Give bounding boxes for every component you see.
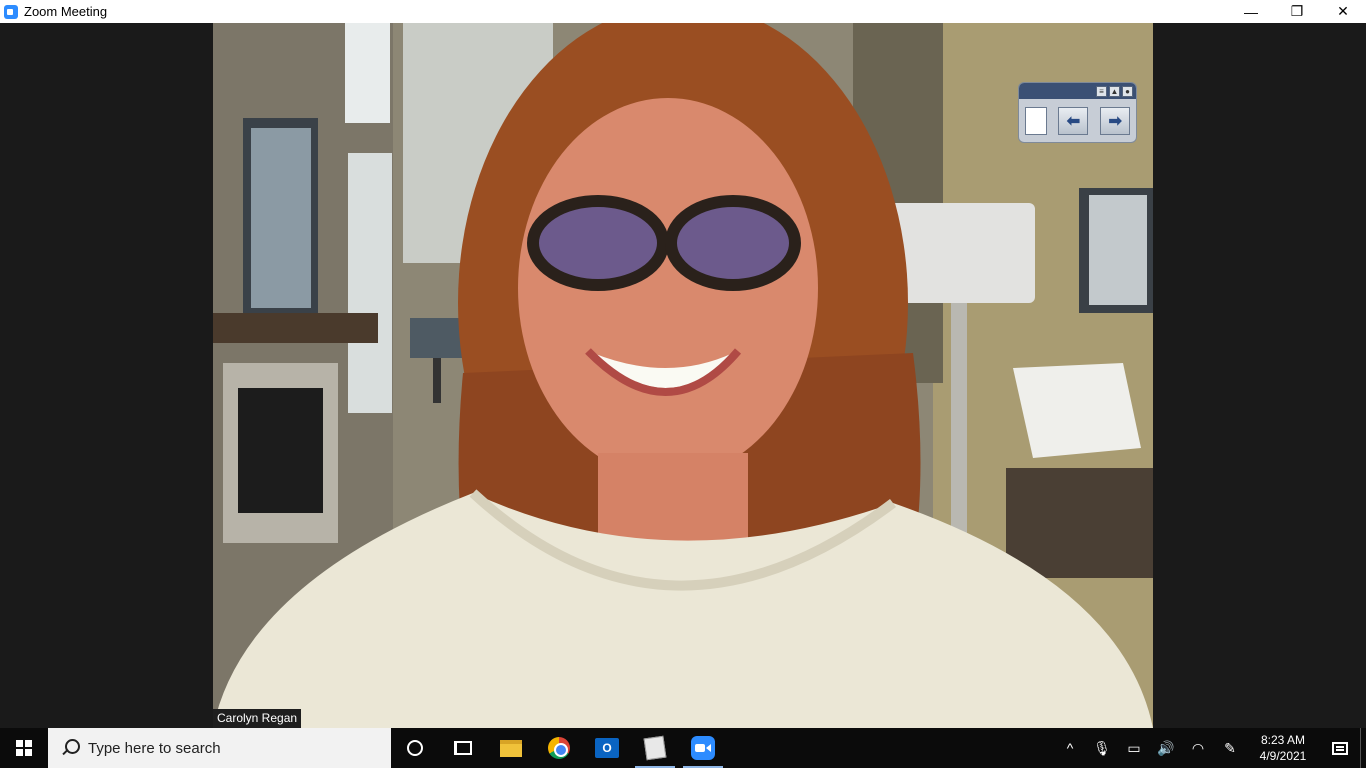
zoom-taskbar-button[interactable]	[679, 728, 727, 768]
cortana-button[interactable]	[391, 728, 439, 768]
participant-name-label: Carolyn Regan	[213, 709, 302, 728]
previous-slide-icon[interactable]: ⬅	[1058, 107, 1089, 135]
microphone-icon[interactable]: 🎙	[1086, 728, 1118, 768]
notification-icon	[1332, 741, 1348, 755]
wifi-icon[interactable]: ◠	[1182, 728, 1214, 768]
task-view-icon	[454, 741, 472, 755]
presentation-control-widget[interactable]: ≡ ▲ ● ⬅ ➡	[1018, 82, 1137, 143]
zoom-app-icon	[4, 4, 18, 19]
taskbar: O ^ 🎙 ▭ 🔊 ◠ ✎ 8:23 AM 4/9/2021	[0, 728, 1366, 768]
volume-icon[interactable]: 🔊	[1150, 728, 1182, 768]
task-view-button[interactable]	[439, 728, 487, 768]
widget-menu-icon[interactable]: ≡	[1096, 85, 1107, 97]
system-tray: ^ 🎙 ▭ 🔊 ◠ ✎ 8:23 AM 4/9/2021	[1054, 728, 1366, 768]
notepad-icon	[643, 735, 667, 761]
widget-titlebar[interactable]: ≡ ▲ ●	[1019, 83, 1136, 99]
title-bar: Zoom Meeting — ❐ ✕	[0, 0, 1366, 23]
outlook-button[interactable]: O	[583, 728, 631, 768]
pen-icon[interactable]: ✎	[1214, 728, 1246, 768]
outlook-icon: O	[595, 738, 619, 758]
taskbar-search[interactable]	[48, 728, 391, 768]
slide-list-icon[interactable]	[1024, 107, 1047, 135]
restore-button[interactable]: ❐	[1274, 0, 1320, 23]
clock-date: 4/9/2021	[1259, 749, 1307, 763]
participant-video[interactable]: Carolyn Regan	[213, 23, 1153, 728]
show-desktop-button[interactable]	[1360, 728, 1366, 768]
window-title: Zoom Meeting	[24, 4, 108, 19]
video-frame-image	[213, 23, 1153, 728]
show-hidden-icons-chevron-icon[interactable]: ^	[1054, 728, 1086, 768]
file-explorer-button[interactable]	[487, 728, 535, 768]
windows-logo-icon	[16, 740, 32, 756]
widget-collapse-icon[interactable]: ▲	[1109, 85, 1120, 97]
folder-icon	[500, 739, 522, 757]
clock[interactable]: 8:23 AM 4/9/2021	[1246, 728, 1320, 768]
battery-icon[interactable]: ▭	[1118, 728, 1150, 768]
chrome-button[interactable]	[535, 728, 583, 768]
meeting-area: Carolyn Regan ≡ ▲ ● ⬅ ➡	[0, 23, 1366, 728]
zoom-icon	[691, 736, 715, 760]
close-button[interactable]: ✕	[1320, 0, 1366, 23]
notepad-button[interactable]	[631, 728, 679, 768]
next-slide-icon[interactable]: ➡	[1100, 107, 1131, 135]
cortana-icon	[407, 740, 423, 756]
search-input[interactable]	[88, 739, 358, 757]
window-controls: — ❐ ✕	[1228, 0, 1366, 23]
chrome-icon	[548, 737, 570, 759]
minimize-button[interactable]: —	[1228, 0, 1274, 23]
widget-body: ⬅ ➡	[1019, 99, 1136, 143]
widget-close-icon[interactable]: ●	[1122, 85, 1133, 97]
search-icon	[60, 739, 80, 757]
action-center-button[interactable]	[1320, 728, 1360, 768]
clock-time: 8:23 AM	[1260, 733, 1306, 747]
start-button[interactable]	[0, 728, 48, 768]
